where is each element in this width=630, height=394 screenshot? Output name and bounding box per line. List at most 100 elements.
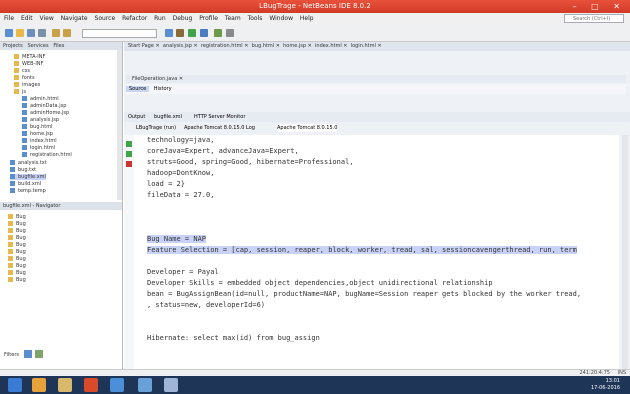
media-icon[interactable] [84, 378, 98, 392]
save-all-icon[interactable] [38, 29, 46, 37]
explorer-icon[interactable] [58, 378, 72, 392]
filter-icon[interactable] [35, 350, 43, 358]
browser-icon[interactable] [32, 378, 46, 392]
window-controls[interactable]: – □ ✕ [573, 0, 626, 13]
tree-item[interactable]: registration.html [22, 152, 72, 158]
profile-icon[interactable] [214, 29, 222, 37]
history-tab[interactable]: History [151, 86, 175, 92]
tree-item[interactable]: analysis.jsp [22, 117, 59, 123]
tree-item[interactable]: images [14, 82, 40, 88]
tab-output[interactable]: Output [128, 113, 145, 121]
tree-item[interactable]: css [14, 68, 30, 74]
tree-item[interactable]: js [14, 89, 26, 95]
menu-view[interactable]: View [40, 15, 54, 22]
filter-icon[interactable] [24, 350, 32, 358]
tab-analysis-jsp[interactable]: analysis.jsp [163, 43, 192, 49]
tree-item[interactable]: WEB-INF [14, 61, 43, 67]
element-icon [8, 221, 13, 226]
tree-item[interactable]: bug.html [22, 124, 53, 130]
tree-scrollbar[interactable] [117, 50, 122, 200]
navigator-item[interactable]: Bug [8, 235, 26, 241]
app-icon[interactable] [138, 378, 152, 392]
tree-item[interactable]: admin.html [22, 96, 59, 102]
navigator-item[interactable]: Bug [8, 221, 26, 227]
new-project-icon[interactable] [16, 29, 24, 37]
tab-lbugtrage-run[interactable]: LBugTrage (run) [136, 124, 176, 132]
console-scrollbar[interactable] [622, 135, 628, 369]
start-button[interactable] [8, 378, 22, 392]
configuration-combo[interactable] [82, 29, 157, 38]
element-icon [8, 277, 13, 282]
netbeans-icon[interactable] [164, 378, 178, 392]
settings-icon[interactable] [226, 29, 234, 37]
navigator-item[interactable]: Bug [8, 263, 26, 269]
tree-item[interactable]: analysis.txt [10, 160, 47, 166]
source-tab[interactable]: Source [126, 86, 150, 92]
output-console[interactable]: technology=java, coreJava=Expert, advanc… [134, 135, 619, 369]
rerun-icon[interactable] [126, 141, 132, 147]
tab-home-jsp[interactable]: home.jsp [283, 43, 306, 49]
menu-edit[interactable]: Edit [21, 15, 33, 22]
tree-item[interactable]: index.html [22, 138, 57, 144]
new-file-icon[interactable] [5, 29, 13, 37]
menu-navigate[interactable]: Navigate [61, 15, 88, 22]
menu-run[interactable]: Run [154, 15, 166, 22]
tab-index-html[interactable]: index.html [315, 43, 342, 49]
tab-projects[interactable]: Projects [3, 43, 23, 49]
navigator-item[interactable]: Bug [8, 214, 26, 220]
navigator-item[interactable]: Bug [8, 277, 26, 283]
menu-team[interactable]: Team [225, 15, 241, 22]
search-input[interactable]: Search (Ctrl+I) [564, 14, 624, 23]
tab-files[interactable]: Files [53, 43, 64, 49]
menu-tools[interactable]: Tools [248, 15, 263, 22]
tab-bugfile-xml[interactable]: bugfile.xml [154, 113, 182, 121]
menu-profile[interactable]: Profile [199, 15, 218, 22]
tab-http-monitor[interactable]: HTTP Server Monitor [194, 113, 245, 121]
tree-item[interactable]: login.html [22, 145, 55, 151]
tab-tomcat[interactable]: Apache Tomcat 8.0.15.0 [277, 124, 338, 132]
tree-item[interactable]: adminHome.jsp [22, 110, 69, 116]
tree-item[interactable]: META-INF [14, 54, 45, 60]
file-icon [22, 110, 27, 115]
menu-source[interactable]: Source [95, 15, 116, 22]
tree-item[interactable]: adminData.jsp [22, 103, 66, 109]
navigator-item[interactable]: Bug [8, 242, 26, 248]
build-icon[interactable] [165, 29, 173, 37]
tree-item[interactable]: bug.txt [10, 167, 36, 173]
tree-item[interactable]: temp.temp [10, 188, 46, 194]
tree-item[interactable]: fonts [14, 75, 35, 81]
menu-help[interactable]: Help [300, 15, 314, 22]
file-icon [22, 96, 27, 101]
menu-window[interactable]: Window [269, 15, 293, 22]
navigator-item[interactable]: Bug [8, 249, 26, 255]
run-again-icon[interactable] [126, 151, 132, 157]
menu-refactor[interactable]: Refactor [122, 15, 147, 22]
tree-item[interactable]: build.xml [10, 181, 41, 187]
navigator-item[interactable]: Bug [8, 256, 26, 262]
tab-start-page[interactable]: Start Page [128, 43, 154, 49]
tray-clock[interactable]: 13:01 17-06-2016 [591, 378, 620, 392]
debug-icon[interactable] [200, 29, 208, 37]
tree-item[interactable]: home.jsp [22, 131, 53, 137]
app-icon[interactable] [110, 378, 124, 392]
redo-icon[interactable] [63, 29, 71, 37]
stop-icon[interactable] [126, 161, 132, 167]
tab-bug-html[interactable]: bug.html [252, 43, 275, 49]
tree-item-selected[interactable]: bugfile.xml [10, 174, 46, 180]
tab-tomcat-log[interactable]: Apache Tomcat 8.0.15.0 Log [184, 124, 255, 132]
clean-build-icon[interactable] [176, 29, 184, 37]
undo-icon[interactable] [52, 29, 60, 37]
inner-file-tab[interactable]: FileOperation.java ✕ [126, 75, 626, 83]
tab-services[interactable]: Services [28, 43, 49, 49]
console-line-highlighted: Bug Name = NAP [147, 235, 207, 243]
navigator-item[interactable]: Bug [8, 228, 26, 234]
tab-registration-html[interactable]: registration.html [201, 43, 243, 49]
tab-login-html[interactable]: login.html [351, 43, 376, 49]
open-project-icon[interactable] [27, 29, 35, 37]
clock-time: 13:01 [605, 378, 620, 384]
menu-file[interactable]: File [4, 15, 14, 22]
projects-tabstrip: Projects Services Files [0, 42, 122, 50]
navigator-item[interactable]: Bug [8, 270, 26, 276]
run-icon[interactable] [188, 29, 196, 37]
menu-debug[interactable]: Debug [173, 15, 193, 22]
